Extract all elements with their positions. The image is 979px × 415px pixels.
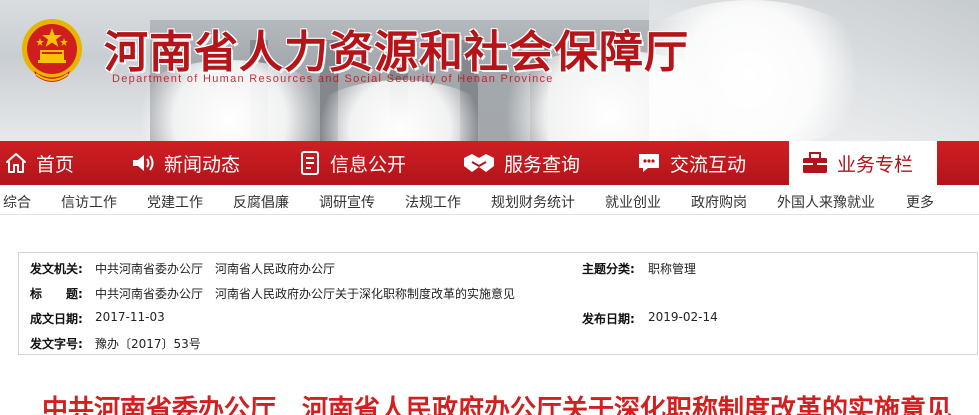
subnav-item[interactable]: 党建工作 [147,192,203,212]
nav-item-label: 交流互动 [670,153,747,176]
title-label: 标 题: [30,287,83,301]
published-date-value: 2019-02-14 [648,310,718,324]
subnav-item[interactable]: 法规工作 [405,192,461,212]
nav-item-service[interactable]: 服务查询 [462,141,622,185]
title-value: 中共河南省委办公厅 河南省人民政府办公厅关于深化职称制度改革的实施意见 [95,287,516,301]
handshake-icon [462,150,496,176]
info-row: 成文日期: 2017-11-03 发布日期: 2019-02-14 [19,305,977,330]
info-row: 发文字号: 豫办〔2017〕53号 [19,330,977,355]
nav-item-disclosure[interactable]: 信息公开 [298,141,448,185]
doc-number-label: 发文字号: [30,337,83,351]
subnav-item[interactable]: 综合 [3,192,31,212]
issuer-label: 发文机关: [30,262,83,276]
nav-item-label: 业务专栏 [837,153,914,176]
nav-item-home[interactable]: 首页 [4,141,124,185]
header-banner: 河南省人力资源和社会保障厅 Department of Human Resour… [0,0,979,141]
nav-item-label: 信息公开 [330,153,407,176]
nav-item-label: 服务查询 [504,153,581,176]
doc-number-value: 豫办〔2017〕53号 [95,337,201,351]
subnav-item[interactable]: 反腐倡廉 [233,192,289,212]
topic-value: 职称管理 [648,262,697,276]
national-emblem-icon[interactable] [20,16,84,88]
subnav-item[interactable]: 就业创业 [605,192,661,212]
document-info-table: 发文机关: 中共河南省委办公厅 河南省人民政府办公厅 主题分类: 职称管理 标 … [18,252,978,355]
speaker-icon [130,151,156,175]
article-title: 中共河南省委办公厅 河南省人民政府办公厅关于深化职称制度改革的实施意见 [42,395,953,415]
subnav-item[interactable]: 外国人来豫就业 [777,192,875,212]
created-date-label: 成文日期: [30,312,83,326]
issuer-value: 中共河南省委办公厅 河南省人民政府办公厅 [95,262,336,276]
created-date-value: 2017-11-03 [95,310,165,324]
site-subtitle: Department of Human Resources and Social… [112,73,554,85]
document-icon [298,150,322,176]
topic-label: 主题分类: [582,262,635,276]
home-icon [4,151,28,175]
nav-item-business[interactable]: 业务专栏 [789,141,937,185]
nav-item-news[interactable]: 新闻动态 [130,141,280,185]
subnav-item[interactable]: 信访工作 [61,192,117,212]
subnav-item[interactable]: 政府购岗 [691,192,747,212]
subnav-item[interactable]: 调研宣传 [319,192,375,212]
site-title: 河南省人力资源和社会保障厅 [104,27,689,78]
info-row: 标 题: 中共河南省委办公厅 河南省人民政府办公厅关于深化职称制度改革的实施意见 [19,280,977,305]
briefcase-icon [801,151,829,175]
chat-icon [636,151,662,175]
info-row: 发文机关: 中共河南省委办公厅 河南省人民政府办公厅 主题分类: 职称管理 [19,255,977,280]
sub-nav: 综合 信访工作 党建工作 反腐倡廉 调研宣传 法规工作 规划财务统计 就业创业 … [0,185,979,215]
subnav-item-more[interactable]: 更多 [906,192,934,212]
published-date-label: 发布日期: [582,312,635,326]
main-nav: 首页 新闻动态 信息公开 服务查询 交流互动 业务专栏 [0,141,979,185]
nav-item-label: 新闻动态 [164,153,241,176]
subnav-item[interactable]: 规划财务统计 [491,192,575,212]
nav-item-interaction[interactable]: 交流互动 [636,141,786,185]
nav-item-label: 首页 [36,153,75,176]
